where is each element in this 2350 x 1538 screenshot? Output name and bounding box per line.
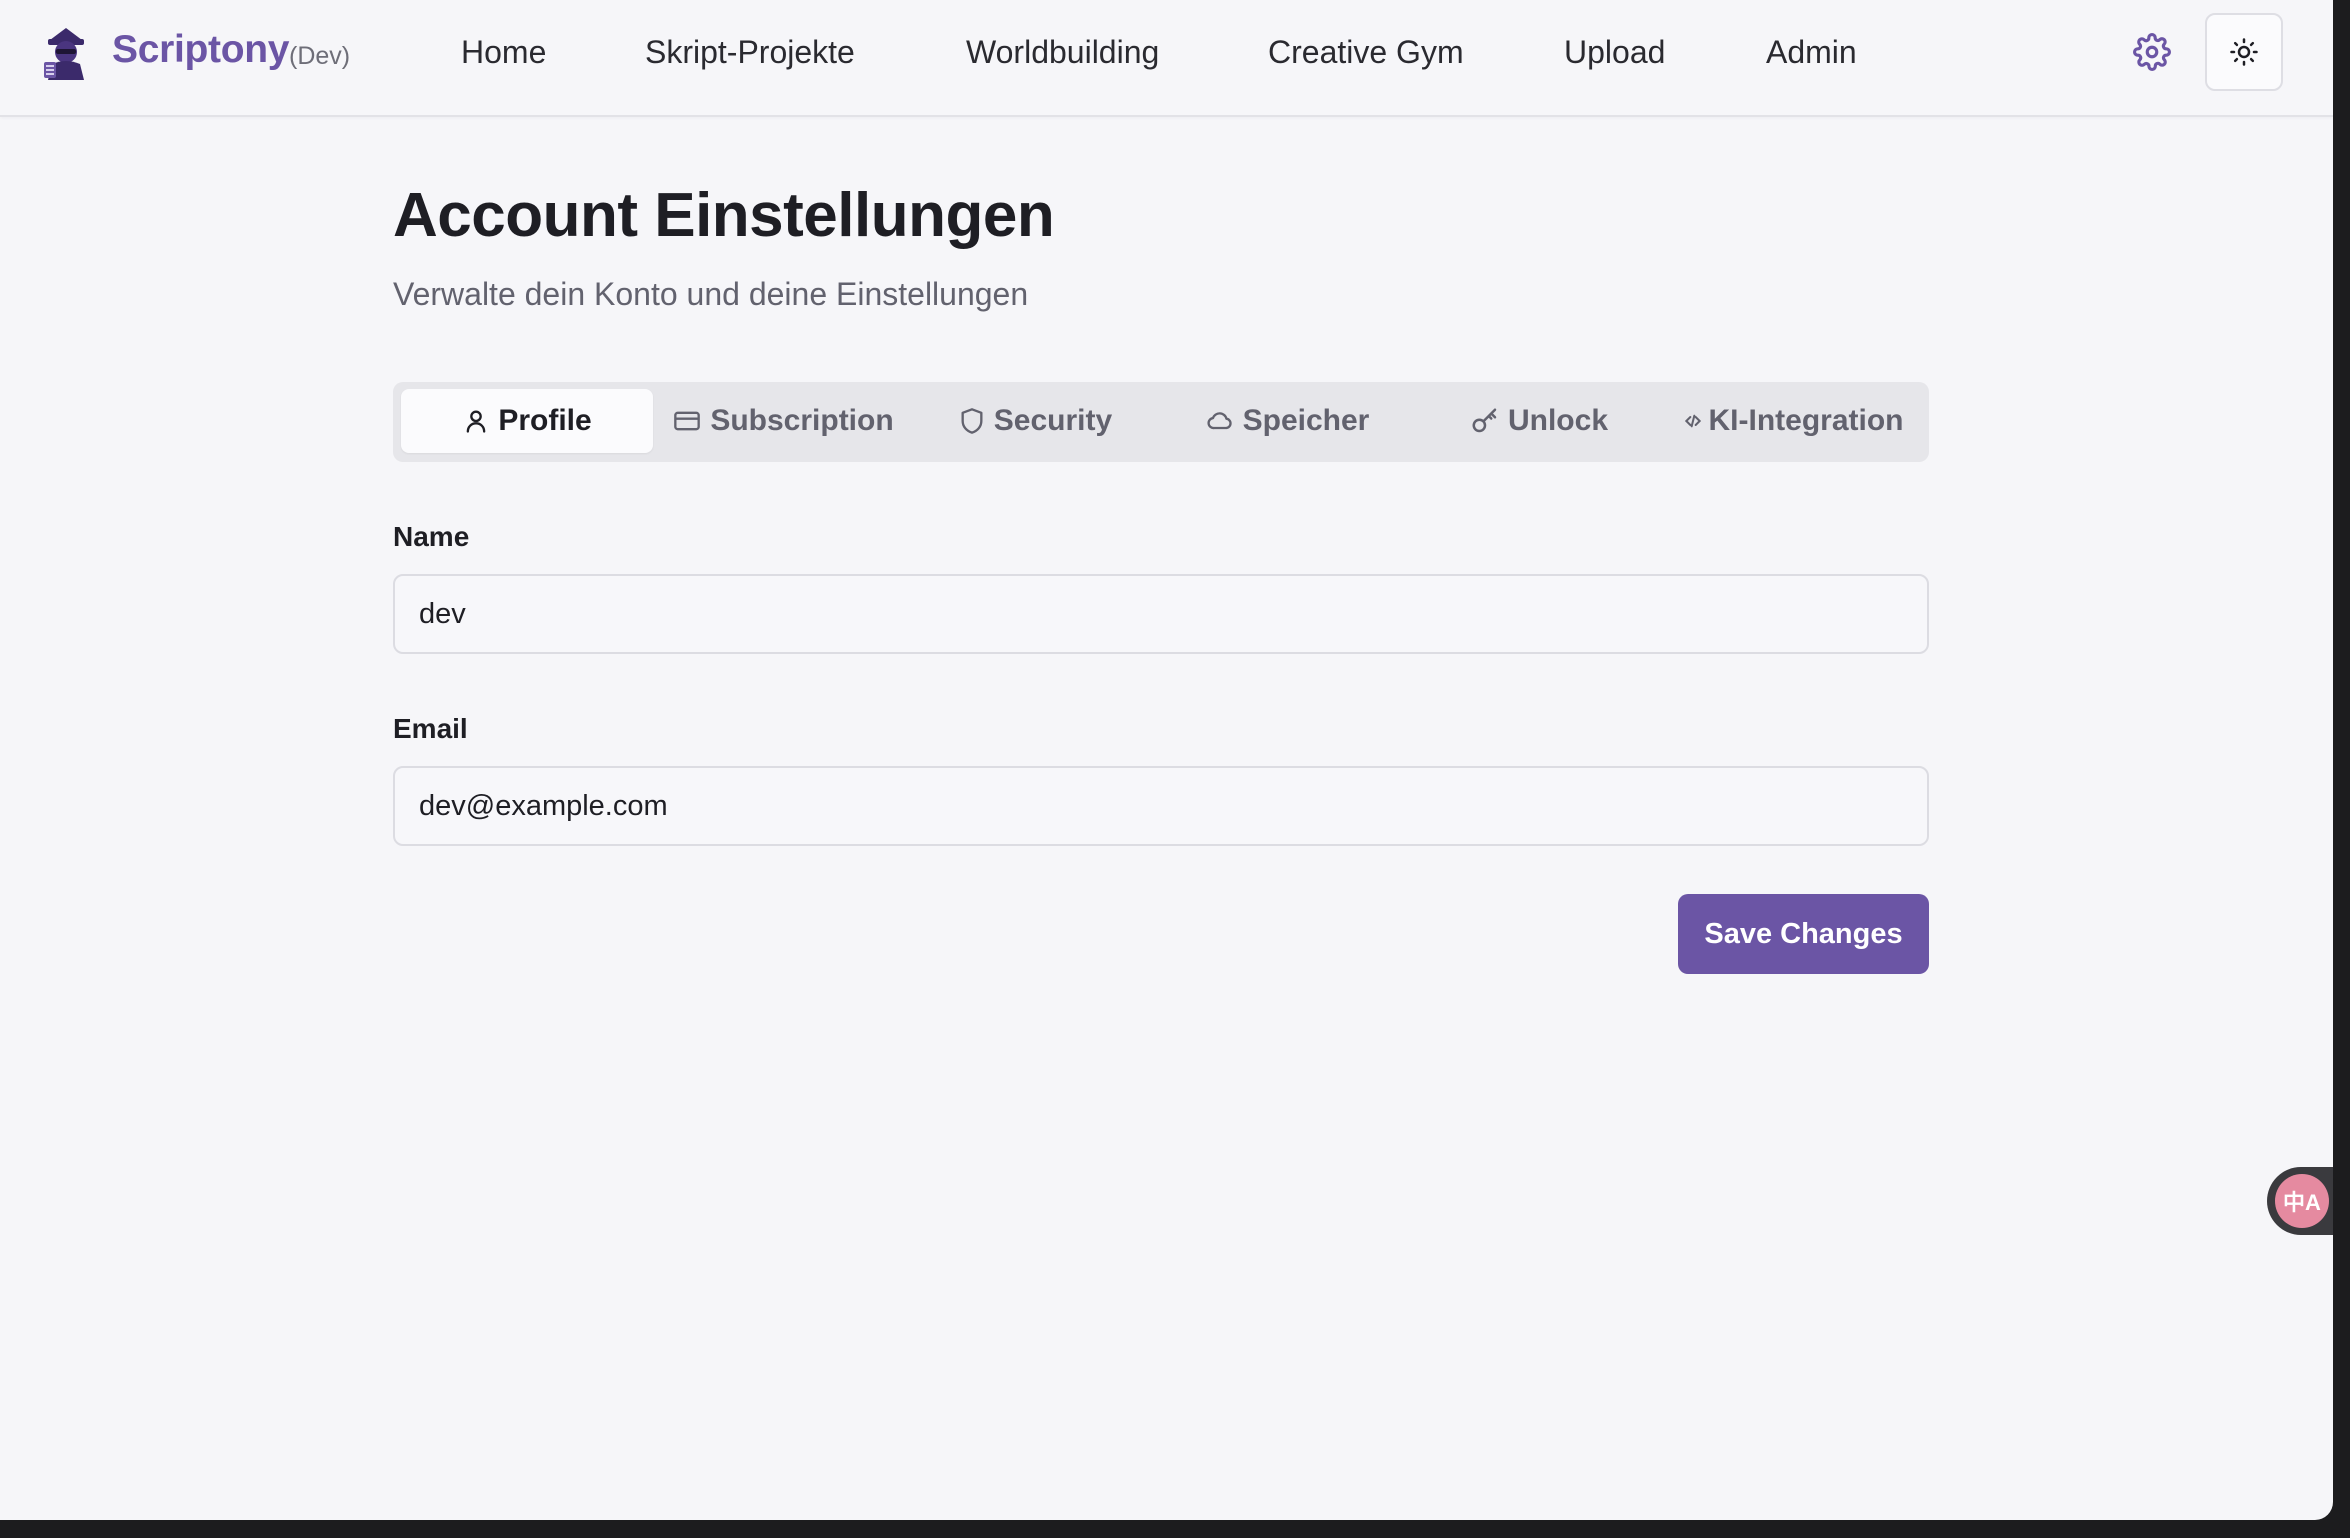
nav-worldbuilding[interactable]: Worldbuilding xyxy=(966,34,1159,71)
tab-unlock[interactable]: Unlock xyxy=(1413,389,1665,453)
gear-icon xyxy=(2133,33,2171,71)
environment-tag: (Dev) xyxy=(289,42,351,70)
tab-label: Unlock xyxy=(1507,404,1609,437)
tab-label: KI-Integration xyxy=(1708,404,1904,437)
app-window: Scriptony (Dev) Home Skript-Projekte Wor… xyxy=(0,0,2333,1520)
tab-label: Subscription xyxy=(710,404,894,437)
page-title: Account Einstellungen xyxy=(393,181,1055,250)
credit-card-icon xyxy=(674,411,701,431)
logo-icon[interactable] xyxy=(40,24,92,80)
settings-tabs: Profile Subscription Security Speicher U… xyxy=(393,382,1929,462)
brand-name[interactable]: Scriptony xyxy=(112,28,289,72)
tab-ki-integration[interactable]: KI-Integration xyxy=(1665,389,1923,453)
sun-icon xyxy=(2230,38,2258,66)
tab-subscription[interactable]: Subscription xyxy=(657,389,909,453)
name-label: Name xyxy=(393,521,470,552)
email-label: Email xyxy=(393,713,468,744)
settings-button[interactable] xyxy=(2130,30,2174,74)
nav-admin[interactable]: Admin xyxy=(1766,34,1857,71)
translate-widget[interactable]: 中A xyxy=(2267,1167,2333,1235)
top-navigation-bar: Scriptony (Dev) Home Skript-Projekte Wor… xyxy=(0,0,2333,117)
nav-skript-projekte[interactable]: Skript-Projekte xyxy=(645,34,855,71)
nav-upload[interactable]: Upload xyxy=(1564,34,1665,71)
translate-icon: 中A xyxy=(2275,1174,2329,1228)
page-subtitle: Verwalte dein Konto und deine Einstellun… xyxy=(393,276,1029,312)
tab-profile[interactable]: Profile xyxy=(401,389,653,453)
key-icon xyxy=(1472,408,1497,433)
tab-security[interactable]: Security xyxy=(909,389,1161,453)
tab-speicher[interactable]: Speicher xyxy=(1161,389,1413,453)
save-changes-button[interactable]: Save Changes xyxy=(1678,894,1929,974)
email-field[interactable] xyxy=(393,766,1929,846)
name-field[interactable] xyxy=(393,574,1929,654)
nav-creative-gym[interactable]: Creative Gym xyxy=(1268,34,1464,71)
user-icon xyxy=(466,410,486,433)
shield-icon xyxy=(961,408,983,434)
theme-toggle-button[interactable] xyxy=(2205,13,2283,91)
code-icon xyxy=(1684,414,1701,428)
tab-label: Security xyxy=(993,404,1113,437)
tab-label: Profile xyxy=(498,404,592,437)
cloud-icon xyxy=(1207,412,1232,430)
nav-home[interactable]: Home xyxy=(461,34,546,71)
tab-label: Speicher xyxy=(1242,404,1370,437)
